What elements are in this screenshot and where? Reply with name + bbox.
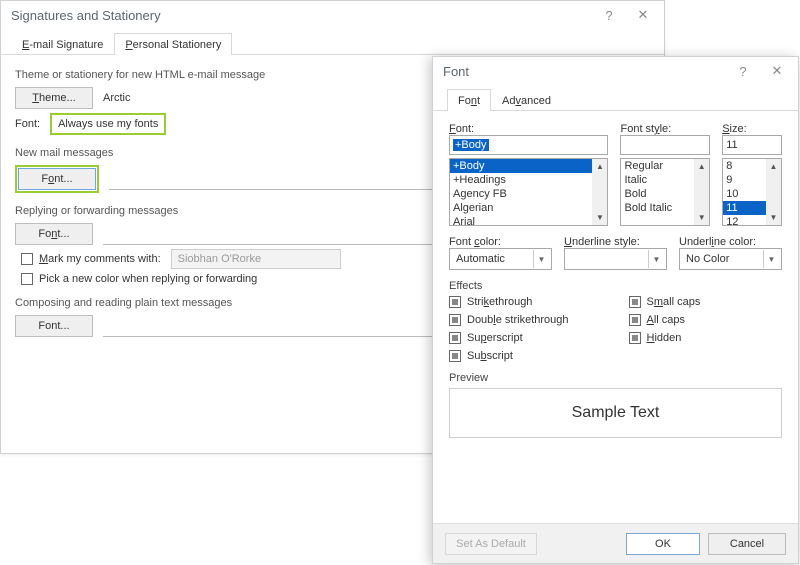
effects-label: Effects (449, 280, 782, 292)
underline-color-dropdown[interactable]: No Color▼ (679, 248, 782, 270)
font-field-label: Font: (449, 123, 608, 135)
tabs-back: E-mail Signature Personal Stationery (1, 29, 664, 55)
scrollbar[interactable]: ▲▼ (766, 159, 781, 225)
chevron-down-icon: ▼ (648, 250, 664, 268)
preview-label: Preview (449, 372, 782, 384)
size-input[interactable]: 11 (722, 135, 782, 155)
mark-comments-name: Siobhan O'Rorke (171, 249, 341, 269)
effects-group: Strikethrough Double strikethrough Super… (449, 296, 782, 362)
mark-comments-checkbox[interactable]: Mark my comments with: (21, 253, 161, 265)
font-mode-dropdown[interactable]: Always use my fonts (50, 113, 166, 135)
theme-name: Arctic (103, 92, 131, 104)
dialog-title: Signatures and Stationery (11, 8, 592, 23)
superscript-checkbox[interactable]: Superscript (449, 332, 569, 344)
scrollbar[interactable]: ▲▼ (592, 159, 607, 225)
list-item[interactable]: Algerian (450, 201, 607, 215)
plain-font-button[interactable]: Font... (15, 315, 93, 337)
font-input[interactable]: +Body (449, 135, 608, 155)
cancel-button[interactable]: Cancel (708, 533, 786, 555)
underline-style-dropdown[interactable]: ▼ (564, 248, 667, 270)
chevron-down-icon: ▼ (763, 250, 779, 268)
chevron-down-icon: ▼ (533, 250, 549, 268)
titlebar-back: Signatures and Stationery ? ✕ (1, 1, 664, 29)
style-field-label: Font style: (620, 123, 710, 135)
subscript-checkbox[interactable]: Subscript (449, 350, 569, 362)
tab-advanced[interactable]: Advanced (491, 89, 562, 111)
theme-button[interactable]: Theme... (15, 87, 93, 109)
list-item[interactable]: Agency FB (450, 187, 607, 201)
font-help-icon[interactable]: ? (726, 59, 760, 83)
font-dialog-title: Font (443, 64, 726, 79)
list-item[interactable]: +Body (450, 159, 607, 173)
font-body: Font: +Body +Body +Headings Agency FB Al… (433, 111, 798, 448)
double-strikethrough-checkbox[interactable]: Double strikethrough (449, 314, 569, 326)
ok-button[interactable]: OK (626, 533, 700, 555)
tab-personal-stationery[interactable]: Personal Stationery (114, 33, 232, 55)
reply-font-button[interactable]: Font... (15, 223, 93, 245)
titlebar-font: Font ? ✕ (433, 57, 798, 85)
style-listbox[interactable]: Regular Italic Bold Bold Italic ▲▼ (620, 158, 710, 226)
tabs-font: Font Advanced (433, 85, 798, 111)
underline-style-label: Underline style: (564, 236, 667, 248)
font-dialog: Font ? ✕ Font Advanced Font: +Body +Body… (432, 56, 799, 564)
hidden-checkbox[interactable]: Hidden (629, 332, 701, 344)
small-caps-checkbox[interactable]: Small caps (629, 296, 701, 308)
pick-new-color-checkbox[interactable]: Pick a new color when replying or forwar… (21, 273, 257, 285)
style-input[interactable] (620, 135, 710, 155)
preview-box: Sample Text (449, 388, 782, 438)
size-listbox[interactable]: 8 9 10 11 12 ▲▼ (722, 158, 782, 226)
dialog-buttons: Set As Default OK Cancel (433, 523, 798, 563)
font-color-dropdown[interactable]: Automatic▼ (449, 248, 552, 270)
list-item[interactable]: Arial (450, 215, 607, 226)
font-color-label: Font color: (449, 236, 552, 248)
underline-color-label: Underline color: (679, 236, 782, 248)
preview-text: Sample Text (572, 404, 660, 422)
tab-font[interactable]: Font (447, 89, 491, 111)
scrollbar[interactable]: ▲▼ (694, 159, 709, 225)
font-close-icon[interactable]: ✕ (760, 59, 794, 83)
new-mail-font-highlight: Font... (15, 165, 99, 193)
help-icon[interactable]: ? (592, 3, 626, 27)
tab-email-signature[interactable]: E-mail Signature (11, 33, 114, 55)
all-caps-checkbox[interactable]: All caps (629, 314, 701, 326)
font-listbox[interactable]: +Body +Headings Agency FB Algerian Arial… (449, 158, 608, 226)
list-item[interactable]: +Headings (450, 173, 607, 187)
new-mail-font-button[interactable]: Font... (18, 168, 96, 190)
close-icon[interactable]: ✕ (626, 3, 660, 27)
strikethrough-checkbox[interactable]: Strikethrough (449, 296, 569, 308)
size-field-label: Size: (722, 123, 782, 135)
set-default-button: Set As Default (445, 533, 537, 555)
font-label: Font: (15, 118, 40, 130)
